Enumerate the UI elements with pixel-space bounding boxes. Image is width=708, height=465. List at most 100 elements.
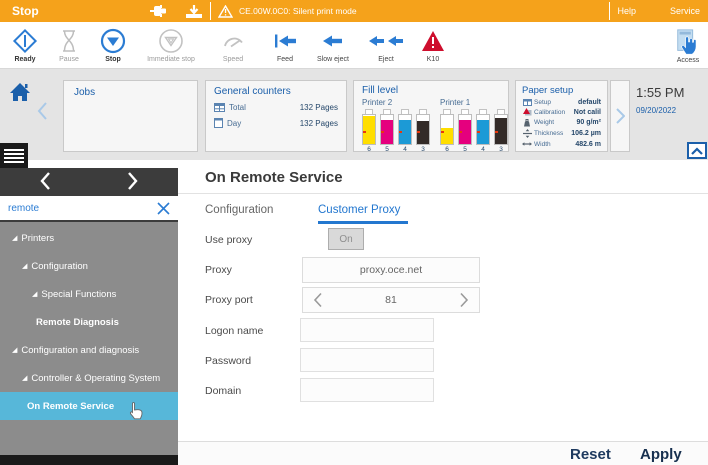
password-field[interactable]: [300, 348, 434, 372]
nav-item-on-remote-service[interactable]: On Remote Service: [0, 392, 178, 420]
feed-button[interactable]: Feed: [264, 23, 306, 67]
ready-button[interactable]: Ready: [2, 23, 48, 67]
use-proxy-toggle[interactable]: On: [328, 228, 364, 250]
download-tray-icon[interactable]: [184, 4, 204, 19]
domain-field[interactable]: [300, 378, 434, 402]
apply-button[interactable]: Apply: [640, 446, 682, 463]
action-toolbar: Ready Pause Stop Immediate stop Speed: [0, 22, 708, 69]
menu-hamburger-button[interactable]: [0, 143, 28, 168]
printer-1-label: Printer 1: [440, 98, 508, 107]
printer-control-screen: Stop CE.00W.0C0: Silent print mode Help …: [0, 0, 708, 465]
ready-icon: [12, 28, 38, 54]
service-button[interactable]: Service: [670, 6, 700, 16]
alert-message: CE.00W.0C0: Silent print mode: [239, 6, 357, 16]
proxy-port-value[interactable]: 81: [385, 294, 397, 306]
on-remote-service-page: On Remote Service Configuration Customer…: [178, 160, 708, 465]
magenta-ink-tank: [458, 109, 472, 145]
total-pages-value: 132 Pages: [300, 103, 338, 112]
machine-status-label: Stop: [12, 4, 39, 18]
nav-item-remote-diagnosis[interactable]: Remote Diagnosis: [0, 308, 178, 336]
proxy-port-stepper: 81: [302, 287, 480, 313]
help-button[interactable]: Help: [617, 6, 636, 16]
speedometer-icon: [220, 28, 246, 54]
jobs-panel[interactable]: Jobs: [63, 80, 198, 152]
scroll-panels-left-button[interactable]: [36, 101, 48, 121]
tank-slot-number: 5: [458, 146, 472, 153]
tab-configuration[interactable]: Configuration: [205, 204, 273, 216]
immediate-stop-icon: [158, 28, 184, 54]
paper-row-setup: Setup default: [522, 99, 601, 106]
k10-alert-button[interactable]: K10: [412, 23, 454, 67]
fill-level-panel[interactable]: Fill level Printer 2 6543 Printer 1 6543: [353, 80, 509, 152]
tank-slot-number: 6: [440, 146, 454, 153]
logon-name-label: Logon name: [205, 325, 263, 337]
title-divider: [178, 193, 708, 194]
page-title: On Remote Service: [205, 169, 343, 186]
jobs-panel-title: Jobs: [74, 87, 187, 98]
plug-connection-icon[interactable]: [148, 4, 170, 18]
width-value: 482.6 m: [575, 141, 601, 148]
paper-setup-title: Paper setup: [522, 85, 601, 96]
proxy-port-label: Proxy port: [205, 294, 253, 306]
black-ink-tank: [416, 109, 430, 145]
logon-name-field[interactable]: [300, 318, 434, 342]
feed-arrow-icon: [272, 28, 298, 54]
domain-label: Domain: [205, 385, 241, 397]
k10-warning-icon: [421, 28, 445, 54]
stepper-decrease-icon[interactable]: [313, 292, 323, 308]
calibration-icon: [522, 108, 532, 116]
day-pages-value: 132 Pages: [300, 119, 338, 128]
tank-slot-number: 6: [362, 146, 376, 153]
expand-triangle-icon: ◢: [12, 346, 17, 354]
stop-icon: [100, 28, 126, 54]
stepper-increase-icon[interactable]: [459, 292, 469, 308]
setup-value: default: [578, 99, 601, 106]
password-label: Password: [205, 355, 251, 367]
settings-sidebar: remote ◢Printers ◢Configuration ◢Special…: [0, 143, 178, 465]
proxy-field[interactable]: proxy.oce.net: [302, 257, 480, 283]
clear-search-icon[interactable]: [157, 202, 170, 215]
pause-button[interactable]: Pause: [48, 23, 90, 67]
scroll-panels-right-button[interactable]: [610, 80, 630, 152]
paper-setup-panel[interactable]: Paper setup Setup default Calibration No…: [515, 80, 608, 152]
nav-item-special-functions[interactable]: ◢Special Functions: [0, 280, 178, 308]
nav-back-button[interactable]: [38, 171, 52, 191]
eject-button[interactable]: Eject: [360, 23, 412, 67]
clock-panel: 1:55 PM 09/20/2022: [636, 85, 684, 115]
tab-customer-proxy[interactable]: Customer Proxy: [318, 204, 400, 216]
thickness-icon: [522, 129, 532, 138]
search-input[interactable]: remote: [8, 203, 157, 214]
paper-row-width: Width 482.6 m: [522, 141, 601, 148]
nav-forward-button[interactable]: [126, 171, 140, 191]
expand-triangle-icon: ◢: [12, 234, 17, 242]
access-hand-icon: [674, 29, 702, 55]
expand-triangle-icon: ◢: [22, 374, 27, 382]
access-button[interactable]: Access: [674, 24, 702, 68]
current-date: 09/20/2022: [636, 106, 684, 115]
collapse-dashboard-button[interactable]: [687, 142, 707, 159]
home-button[interactable]: [9, 82, 31, 102]
nav-item-configuration[interactable]: ◢Configuration: [0, 252, 178, 280]
slow-eject-button[interactable]: Slow eject: [306, 23, 360, 67]
speed-button[interactable]: Speed: [210, 23, 256, 67]
counters-panel-title: General counters: [214, 86, 338, 97]
expand-triangle-icon: ◢: [32, 290, 37, 298]
printer-1-tank-numbers: 6543: [440, 146, 508, 153]
topbar-separator-right: [609, 2, 610, 20]
tank-slot-number: 4: [398, 146, 412, 153]
yellow-ink-tank: [362, 109, 376, 145]
sidebar-nav-header: [0, 168, 178, 194]
nav-item-printers[interactable]: ◢Printers: [0, 224, 178, 252]
slow-eject-arrow-icon: [321, 28, 345, 54]
expand-triangle-icon: ◢: [22, 262, 27, 270]
nav-item-configuration-and-diagnosis[interactable]: ◢Configuration and diagnosis: [0, 336, 178, 364]
nav-item-controller-operating-system[interactable]: ◢Controller & Operating System: [0, 364, 178, 392]
tank-slot-number: 5: [380, 146, 394, 153]
general-counters-panel[interactable]: General counters Total 132 Pages Day 132…: [205, 80, 347, 152]
stop-button[interactable]: Stop: [90, 23, 136, 67]
black-ink-tank: [494, 109, 508, 145]
active-alert[interactable]: CE.00W.0C0: Silent print mode: [218, 0, 357, 22]
reset-button[interactable]: Reset: [570, 446, 611, 463]
immediate-stop-button[interactable]: Immediate stop: [136, 23, 206, 67]
current-time: 1:55 PM: [636, 85, 684, 100]
